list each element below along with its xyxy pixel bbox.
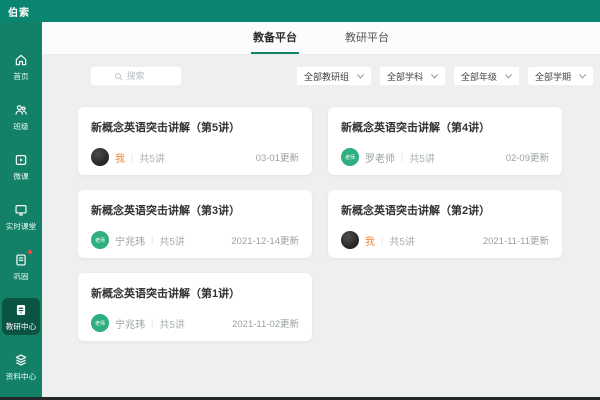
tab-prep[interactable]: 教备平台: [251, 22, 299, 54]
sidebar-item-live-classroom[interactable]: 实时课堂: [2, 198, 40, 235]
microcourse-icon: [13, 152, 29, 168]
teacher-name: 宁兆玮: [115, 236, 145, 248]
tab-research[interactable]: 教研平台: [343, 22, 391, 54]
top-header-bar: 伯索: [0, 0, 600, 22]
class-icon: [13, 102, 29, 118]
dropdown-group: 全部教研组 全部学科 全部年级 全部学期: [295, 66, 594, 86]
lesson-count: 共5讲: [139, 153, 165, 165]
course-card[interactable]: 新概念英语突击讲解（第2讲） 我 | 共5讲 2021-11-11更新: [328, 190, 562, 258]
updated-date: 2021-11-11更新: [482, 236, 549, 247]
search-box[interactable]: [90, 66, 182, 86]
updated-date: 2021-12-14更新: [231, 236, 299, 247]
content-area: 全部教研组 全部学科 全部年级 全部学期 新概念英语突击讲解（第5讲） 我 | …: [42, 56, 600, 397]
sidebar-item-label: 资料中心: [5, 372, 37, 381]
course-meta: 老师 宁兆玮 | 共5讲 2021-11-02更新: [91, 314, 299, 332]
course-card[interactable]: 新概念英语突击讲解（第1讲） 老师 宁兆玮 | 共5讲 2021-11-02更新: [78, 273, 312, 341]
teacher-name: 我: [365, 236, 375, 248]
updated-date: 02-09更新: [505, 153, 549, 164]
lesson-count: 共5讲: [389, 236, 415, 248]
updated-date: 2021-11-02更新: [232, 319, 299, 330]
course-meta: 我 | 共5讲 2021-11-11更新: [341, 231, 549, 249]
teacher-avatar: 老师: [91, 231, 109, 249]
main-area: 教备平台 教研平台 全部教研组 全部学科 全部年级 全部学期 新概念英语突击讲解（…: [42, 22, 600, 397]
course-card[interactable]: 新概念英语突击讲解（第3讲） 老师 宁兆玮 | 共5讲 2021-12-14更新: [78, 190, 312, 258]
tab-bar: 教备平台 教研平台: [42, 22, 600, 55]
filter-dropdown-subject[interactable]: 全部学科: [378, 66, 446, 86]
teacher-avatar: [341, 231, 359, 249]
course-title: 新概念英语突击讲解（第2讲）: [341, 205, 491, 217]
teacher-name: 宁兆玮: [115, 319, 145, 331]
app-window: 伯索 首页 班级 微课 实时课堂 巩固 教研中心 资料中心 教备平台 教研平台: [0, 0, 600, 400]
sidebar-item-class[interactable]: 班级: [2, 98, 40, 135]
course-meta: 老师 罗老师 | 共5讲 02-09更新: [341, 148, 549, 166]
sidebar-item-microcourse[interactable]: 微课: [2, 148, 40, 185]
lesson-count: 共5讲: [159, 236, 185, 248]
sidebar-item-label: 班级: [13, 122, 29, 131]
sidebar-item-consolidate[interactable]: 巩固: [2, 248, 40, 285]
data-center-icon: [13, 352, 29, 368]
teacher-avatar: 老师: [91, 314, 109, 332]
sidebar-item-label: 微课: [13, 172, 29, 181]
search-input[interactable]: [126, 71, 159, 81]
dropdown-label: 全部学科: [386, 71, 423, 82]
live-classroom-icon: [13, 202, 29, 218]
meta-divider: |: [151, 235, 154, 245]
updated-date: 03-01更新: [255, 153, 299, 164]
sidebar-item-label: 巩固: [13, 272, 29, 281]
brand-logo: 伯索: [8, 7, 30, 19]
chevron-down-icon: [505, 73, 512, 79]
teacher-avatar: 老师: [341, 148, 359, 166]
course-meta: 老师 宁兆玮 | 共5讲 2021-12-14更新: [91, 231, 299, 249]
teacher-name: 我: [115, 153, 125, 165]
lesson-count: 共5讲: [409, 153, 435, 165]
chevron-down-icon: [431, 73, 438, 79]
filter-dropdown-term[interactable]: 全部学期: [526, 66, 594, 86]
meta-divider: |: [401, 152, 404, 162]
course-meta: 我 | 共5讲 03-01更新: [91, 148, 299, 166]
course-title: 新概念英语突击讲解（第4讲）: [341, 122, 491, 134]
sidebar-item-home[interactable]: 首页: [2, 48, 40, 85]
research-center-icon: [13, 302, 29, 318]
dropdown-label: 全部学期: [534, 71, 571, 82]
search-icon: [114, 72, 122, 80]
teacher-avatar: [91, 148, 109, 166]
home-icon: [13, 52, 29, 68]
dropdown-label: 全部教研组: [303, 71, 349, 82]
chevron-down-icon: [357, 73, 364, 79]
chevron-down-icon: [579, 73, 586, 79]
filter-row: 全部教研组 全部学科 全部年级 全部学期: [90, 66, 594, 86]
sidebar-item-label: 首页: [13, 72, 29, 81]
teacher-name: 罗老师: [365, 153, 395, 165]
filter-dropdown-grade[interactable]: 全部年级: [452, 66, 520, 86]
course-title: 新概念英语突击讲解（第3讲）: [91, 205, 241, 217]
meta-divider: |: [381, 235, 384, 245]
sidebar-item-label: 实时课堂: [5, 222, 37, 231]
sidebar-item-data-center[interactable]: 资料中心: [2, 348, 40, 385]
filter-dropdown-group[interactable]: 全部教研组: [295, 66, 372, 86]
sidebar-nav: 首页 班级 微课 实时课堂 巩固 教研中心 资料中心: [2, 48, 40, 398]
course-title: 新概念英语突击讲解（第1讲）: [91, 288, 241, 300]
course-card[interactable]: 新概念英语突击讲解（第5讲） 我 | 共5讲 03-01更新: [78, 107, 312, 175]
sidebar-item-label: 教研中心: [5, 322, 37, 331]
sidebar: 首页 班级 微课 实时课堂 巩固 教研中心 资料中心: [0, 22, 42, 400]
sidebar-item-research-center[interactable]: 教研中心: [2, 298, 40, 335]
lesson-count: 共5讲: [159, 319, 185, 331]
consolidate-icon: [13, 250, 32, 268]
course-title: 新概念英语突击讲解（第5讲）: [91, 122, 241, 134]
dropdown-label: 全部年级: [460, 71, 497, 82]
meta-divider: |: [151, 318, 154, 328]
course-card[interactable]: 新概念英语突击讲解（第4讲） 老师 罗老师 | 共5讲 02-09更新: [328, 107, 562, 175]
meta-divider: |: [131, 152, 134, 162]
course-card-grid: 新概念英语突击讲解（第5讲） 我 | 共5讲 03-01更新 新概念英语突击讲解…: [78, 107, 600, 341]
